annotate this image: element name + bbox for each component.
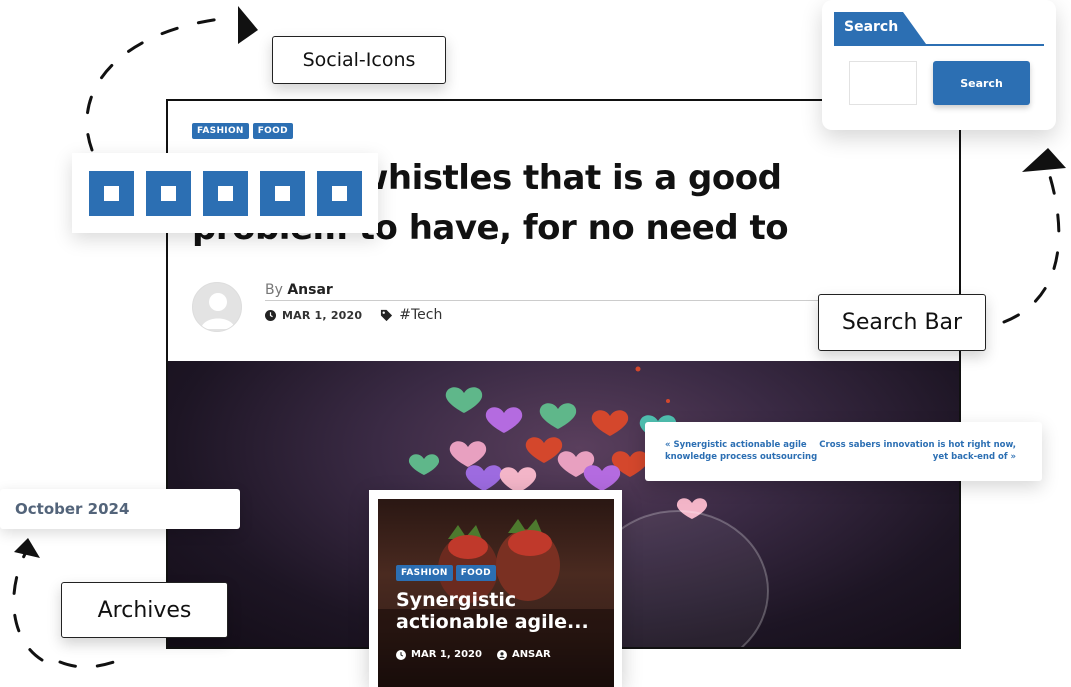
callout-search-bar: Search Bar	[818, 294, 986, 351]
featured-category-food[interactable]: FOOD	[455, 565, 496, 581]
category-fashion[interactable]: FASHION	[192, 123, 249, 139]
byline: By Ansar	[265, 282, 333, 298]
search-widget: Search Search	[822, 0, 1056, 130]
featured-post-date[interactable]: MAR 1, 2020	[411, 649, 482, 660]
arrow-head-right	[1022, 148, 1066, 172]
social-icon-5[interactable]	[317, 170, 362, 216]
arrow-head-left	[14, 538, 40, 558]
tag-icon	[381, 309, 393, 321]
post-meta: MAR 1, 2020 #Tech	[265, 307, 442, 323]
post-navigation: « Synergistic actionable agile knowledge…	[645, 422, 1042, 481]
featured-post-title[interactable]: Synergistic actionable agile...	[396, 589, 611, 633]
user-icon	[496, 649, 507, 660]
post-categories: FASHION FOOD	[192, 123, 293, 139]
byline-divider	[265, 300, 825, 301]
next-post-link[interactable]: Cross sabers innovation is hot right now…	[816, 439, 1016, 463]
social-glyph-icon	[218, 185, 233, 201]
category-food[interactable]: FOOD	[252, 123, 293, 139]
search-widget-title: Search	[834, 12, 926, 44]
featured-post-image: FASHION FOOD Synergistic actionable agil…	[378, 499, 614, 687]
avatar[interactable]	[192, 282, 242, 332]
post-tag[interactable]: #Tech	[399, 307, 442, 323]
featured-post-author[interactable]: ANSAR	[512, 649, 551, 660]
social-glyph-icon	[332, 185, 347, 201]
social-icon-4[interactable]	[260, 170, 305, 216]
social-icons-widget	[72, 153, 378, 233]
search-header-underline	[834, 44, 1044, 46]
archive-item-october-2024[interactable]: October 2024	[0, 489, 240, 529]
featured-post-categories: FASHION FOOD	[396, 565, 496, 581]
search-input[interactable]	[849, 61, 917, 105]
author-link[interactable]: Ansar	[287, 282, 333, 298]
social-glyph-icon	[104, 185, 119, 201]
arrow-head-top	[238, 6, 258, 44]
callout-archives: Archives	[61, 582, 228, 638]
post-date[interactable]: MAR 1, 2020	[282, 309, 362, 322]
social-icon-3[interactable]	[203, 170, 248, 216]
social-glyph-icon	[275, 185, 290, 201]
featured-post-card[interactable]: FASHION FOOD Synergistic actionable agil…	[369, 490, 622, 687]
clock-icon	[396, 649, 406, 660]
social-glyph-icon	[161, 185, 176, 201]
social-icon-1[interactable]	[89, 170, 134, 216]
clock-icon	[265, 309, 276, 321]
user-silhouette-icon	[201, 293, 235, 329]
featured-post-meta: MAR 1, 2020 ANSAR	[396, 649, 551, 660]
social-icon-2[interactable]	[146, 170, 191, 216]
search-button[interactable]: Search	[933, 61, 1030, 105]
search-widget-header: Search	[834, 12, 1044, 46]
callout-social-icons: Social-Icons	[272, 36, 446, 84]
byline-prefix: By	[265, 282, 283, 298]
featured-category-fashion[interactable]: FASHION	[396, 565, 453, 581]
